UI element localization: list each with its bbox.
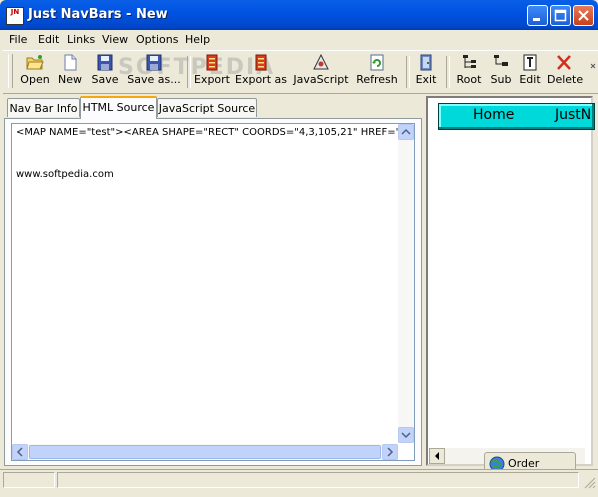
refresh-icon	[370, 54, 384, 71]
status-panel	[3, 472, 55, 488]
javascript-button[interactable]: JavaScript	[293, 54, 349, 90]
menu-view[interactable]: View	[102, 33, 128, 46]
arrow-up-icon	[401, 128, 411, 135]
menu-help[interactable]: Help	[185, 33, 210, 46]
floppy-disk-icon	[97, 54, 113, 71]
toolbar-grip	[8, 54, 13, 88]
tab-nav-bar-info[interactable]: Nav Bar Info	[7, 98, 80, 117]
resize-grip-icon[interactable]	[583, 476, 596, 489]
status-panel	[57, 472, 579, 488]
menu-links[interactable]: Links	[67, 33, 95, 46]
edit-button[interactable]: Edit	[517, 54, 543, 90]
arrow-down-icon	[401, 432, 411, 439]
save-as-icon	[146, 54, 162, 71]
toolbar-separator	[406, 56, 410, 88]
new-file-icon	[64, 54, 77, 71]
source-line: www.softpedia.com	[16, 169, 114, 180]
minimize-icon	[533, 18, 540, 21]
save-as-button[interactable]: Save as...	[126, 54, 182, 90]
folder-open-icon	[26, 55, 44, 70]
app-icon: JN	[6, 7, 24, 25]
tab-javascript-source[interactable]: JavaScript Source	[157, 98, 257, 117]
menu-file[interactable]: File	[9, 33, 27, 46]
javascript-icon	[313, 54, 329, 70]
horizontal-scroll-thumb[interactable]	[29, 445, 381, 459]
new-button[interactable]: New	[55, 54, 85, 90]
toolbar-separator	[446, 56, 450, 88]
delete-button[interactable]: Delete	[547, 54, 583, 90]
preview-item-home[interactable]: Home	[473, 107, 514, 123]
export-button[interactable]: Export	[193, 54, 231, 90]
toolbar-overflow-icon[interactable]	[589, 56, 597, 88]
menu-edit[interactable]: Edit	[38, 33, 59, 46]
scroll-up-button[interactable]	[398, 124, 414, 140]
window-title: Just NavBars - New	[28, 7, 168, 22]
preview-pane	[426, 96, 593, 466]
navbar-preview[interactable]: Home JustN	[438, 103, 595, 130]
arrow-left-icon	[16, 447, 23, 457]
save-button[interactable]: Save	[90, 54, 120, 90]
tree-root-icon	[463, 55, 476, 68]
exit-button[interactable]: Exit	[413, 54, 439, 90]
export-icon	[206, 54, 218, 71]
arrow-right-icon	[387, 447, 394, 457]
maximize-icon	[554, 9, 567, 22]
export-as-icon	[255, 54, 267, 71]
exit-door-icon	[420, 54, 432, 71]
preview-scroll-left-button[interactable]	[429, 448, 445, 464]
sub-button[interactable]: Sub	[487, 54, 515, 90]
tab-html-source[interactable]: HTML Source	[80, 96, 157, 119]
minimize-button[interactable]	[527, 5, 548, 26]
close-button[interactable]	[573, 5, 594, 26]
maximize-button[interactable]	[550, 5, 571, 26]
delete-x-icon	[557, 55, 571, 70]
root-button[interactable]: Root	[454, 54, 484, 90]
arrow-left-icon	[435, 452, 439, 460]
close-icon	[578, 10, 589, 21]
source-line: <MAP NAME="test"><AREA SHAPE="RECT" COOR…	[16, 127, 399, 138]
scroll-right-button[interactable]	[382, 444, 398, 460]
scroll-left-button[interactable]	[12, 444, 28, 460]
toolbar-separator	[187, 56, 191, 88]
menu-options[interactable]: Options	[136, 33, 178, 46]
open-button[interactable]: Open	[18, 54, 52, 90]
tree-sub-icon	[494, 55, 508, 66]
edit-text-icon	[523, 54, 537, 71]
refresh-button[interactable]: Refresh	[355, 54, 399, 90]
vertical-scrollbar[interactable]	[398, 124, 414, 443]
preview-item-justn[interactable]: JustN	[555, 107, 591, 123]
export-as-button[interactable]: Export as	[235, 54, 287, 90]
scroll-down-button[interactable]	[398, 427, 414, 443]
